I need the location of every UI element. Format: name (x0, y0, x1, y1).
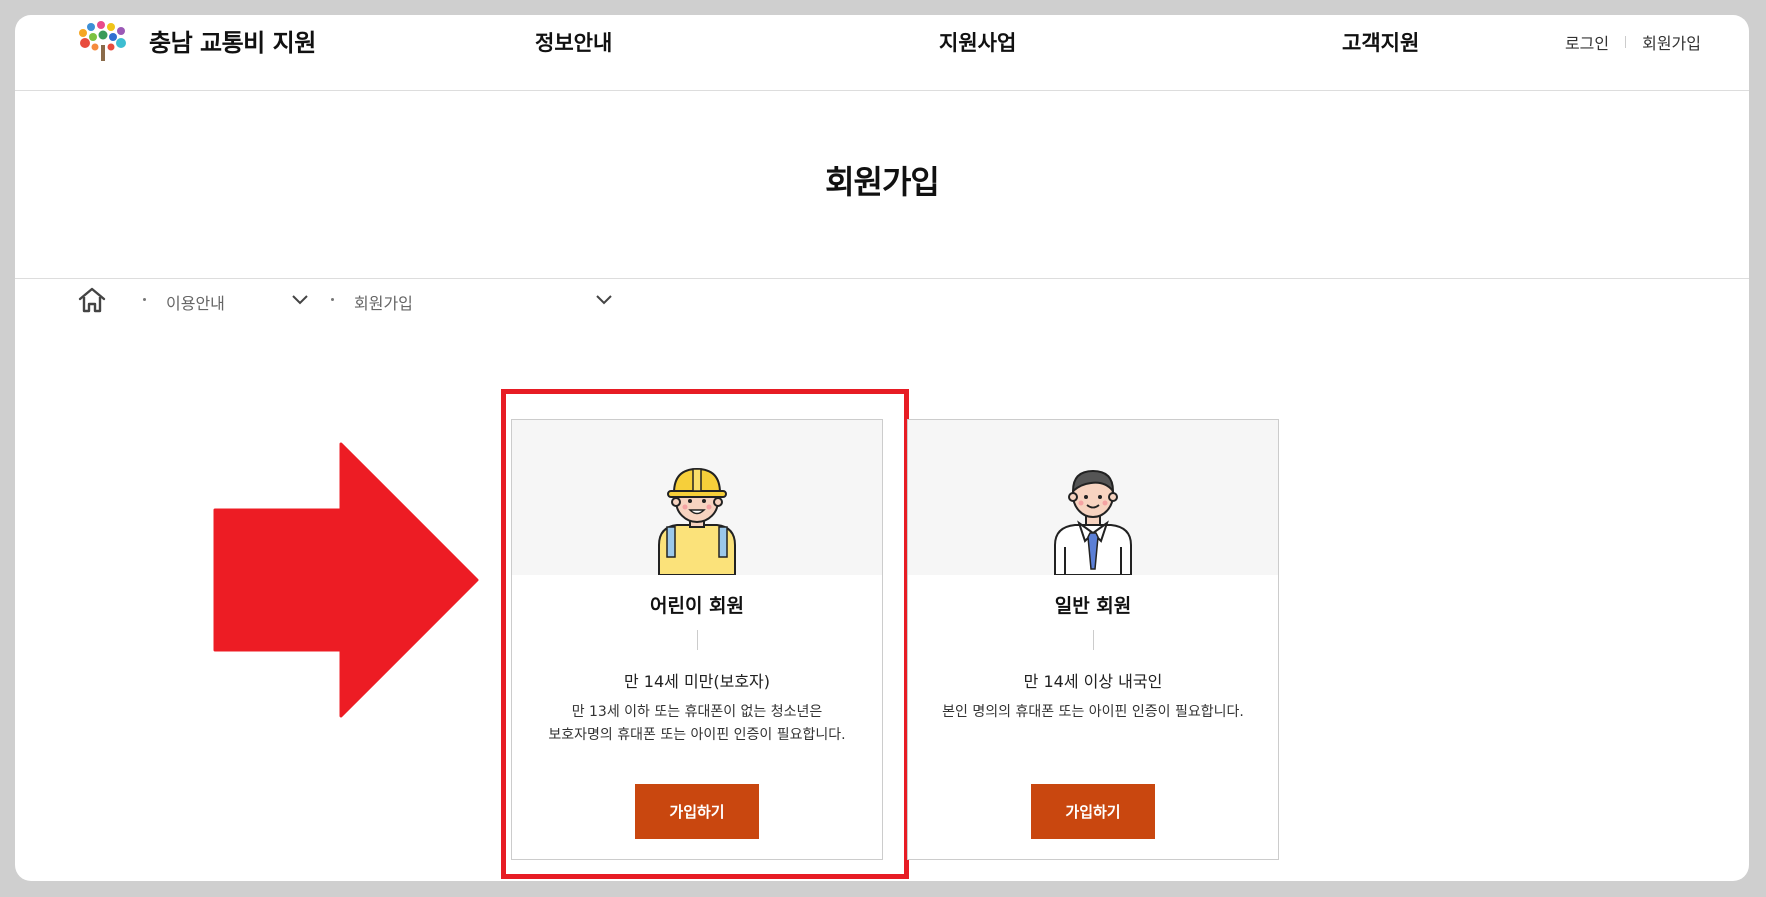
child-join-button[interactable]: 가입하기 (635, 784, 759, 839)
adult-businessman-avatar-icon (1054, 469, 1132, 575)
card-description-line: 본인 명의의 휴대폰 또는 아이핀 인증이 필요합니다. (942, 704, 1244, 720)
page-title: 회원가입 (825, 163, 940, 201)
card-description: 만 13세 이하 또는 휴대폰이 없는 청소년은 보호자명의 휴대폰 또는 아이… (512, 701, 882, 747)
site-header: 충남 교통비 지원 정보안내 지원사업 고객지원 로그인 회원가입 (15, 15, 1749, 91)
chevron-down-icon[interactable] (595, 294, 613, 306)
breadcrumb-separator (331, 298, 334, 301)
card-divider (697, 630, 698, 650)
home-icon[interactable] (77, 286, 107, 314)
nav-info[interactable]: 정보안내 (535, 27, 612, 57)
card-divider (1093, 630, 1094, 650)
breadcrumb-level2[interactable]: 회원가입 (354, 290, 413, 314)
nav-customer-support[interactable]: 고객지원 (1342, 27, 1419, 57)
card-description-line: 보호자명의 휴대폰 또는 아이핀 인증이 필요합니다. (548, 727, 846, 743)
general-join-button[interactable]: 가입하기 (1031, 784, 1155, 839)
util-divider (1625, 36, 1627, 48)
signup-link[interactable]: 회원가입 (1642, 30, 1701, 54)
login-link[interactable]: 로그인 (1565, 30, 1609, 54)
page-title-area: 회원가입 (15, 91, 1749, 279)
card-title: 일반 회원 (1054, 595, 1132, 617)
breadcrumb: 이용안내 회원가입 (77, 286, 637, 316)
nav-support-program[interactable]: 지원사업 (939, 27, 1016, 57)
tree-logo-icon (79, 21, 126, 61)
card-subtitle: 만 14세 미만(보호자) (623, 672, 771, 691)
child-helmet-avatar-icon (658, 467, 736, 575)
breadcrumb-level1[interactable]: 이용안내 (166, 290, 225, 314)
general-member-card: 일반 회원 만 14세 이상 내국인 본인 명의의 휴대폰 또는 아이핀 인증이… (907, 419, 1279, 860)
red-arrow-icon (213, 442, 479, 718)
child-member-card: 어린이 회원 만 14세 미만(보호자) 만 13세 이하 또는 휴대폰이 없는… (511, 419, 883, 860)
card-description: 본인 명의의 휴대폰 또는 아이핀 인증이 필요합니다. (908, 701, 1278, 724)
site-logo[interactable]: 충남 교통비 지원 (75, 19, 316, 61)
site-logo-text: 충남 교통비 지원 (149, 28, 316, 57)
card-illustration-area (512, 420, 882, 575)
card-description-line: 만 13세 이하 또는 휴대폰이 없는 청소년은 (571, 704, 823, 720)
chevron-down-icon[interactable] (291, 294, 309, 306)
card-subtitle: 만 14세 이상 내국인 (1023, 672, 1163, 691)
card-illustration-area (908, 420, 1278, 575)
browser-page: 충남 교통비 지원 정보안내 지원사업 고객지원 로그인 회원가입 회원가입 이… (15, 15, 1749, 881)
utility-links: 로그인 회원가입 (1565, 30, 1701, 54)
card-title: 어린이 회원 (649, 595, 744, 617)
breadcrumb-separator (143, 298, 146, 301)
